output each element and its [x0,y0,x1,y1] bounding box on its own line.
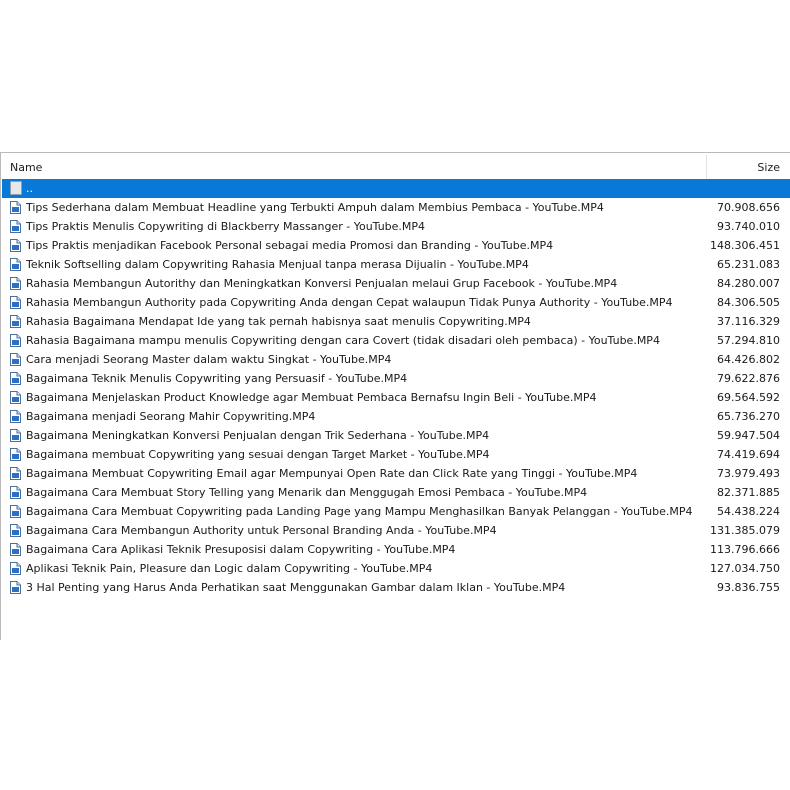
file-row[interactable]: Rahasia Membangun Autorithy dan Meningka… [2,274,790,293]
file-size: 84.280.007 [717,277,780,290]
document-icon [10,258,21,271]
file-row[interactable]: Aplikasi Teknik Pain, Pleasure dan Logic… [2,559,790,578]
document-icon [10,467,21,480]
column-header-size[interactable]: Size [757,161,780,174]
file-row[interactable]: Bagaimana Cara Membangun Authority untuk… [2,521,790,540]
file-size: 65.231.083 [717,258,780,271]
file-size: 74.419.694 [717,448,780,461]
document-icon [10,353,21,366]
document-icon [10,220,21,233]
file-row[interactable]: Bagaimana Meningkatkan Konversi Penjuala… [2,426,790,445]
file-list-panel: Name Size .. Tips Sederhana dalam Membua… [0,152,790,640]
file-name: Rahasia Bagaimana Mendapat Ide yang tak … [26,315,531,328]
document-icon [10,410,21,423]
file-row[interactable]: Rahasia Membangun Authority pada Copywri… [2,293,790,312]
file-name: Tips Praktis menjadikan Facebook Persona… [26,239,554,252]
file-row[interactable]: Bagaimana Cara Membuat Story Telling yan… [2,483,790,502]
file-size: 79.622.876 [717,372,780,385]
file-size: 65.736.270 [717,410,780,423]
document-icon [10,543,21,556]
file-name: Bagaimana membuat Copywriting yang sesua… [26,448,490,461]
document-icon [10,296,21,309]
file-size: 84.306.505 [717,296,780,309]
file-row[interactable]: Bagaimana Cara Membuat Copywriting pada … [2,502,790,521]
file-size: 93.740.010 [717,220,780,233]
file-size: 73.979.493 [717,467,780,480]
document-icon [10,524,21,537]
file-name: Bagaimana Menjelaskan Product Knowledge … [26,391,597,404]
document-icon [10,562,21,575]
file-name: Bagaimana Cara Membangun Authority untuk… [26,524,497,537]
folder-up-icon [10,181,22,195]
file-row[interactable]: Tips Praktis Menulis Copywriting di Blac… [2,217,790,236]
file-name: Bagaimana Meningkatkan Konversi Penjuala… [26,429,490,442]
file-size: 57.294.810 [717,334,780,347]
column-header-name[interactable]: Name [10,161,42,174]
file-size: 148.306.451 [710,239,780,252]
file-list: .. Tips Sederhana dalam Membuat Headline… [2,179,790,597]
file-name: 3 Hal Penting yang Harus Anda Perhatikan… [26,581,566,594]
file-row[interactable]: 3 Hal Penting yang Harus Anda Perhatikan… [2,578,790,597]
column-divider[interactable] [706,155,707,179]
file-size: 54.438.224 [717,505,780,518]
file-size: 93.836.755 [717,581,780,594]
file-name: Rahasia Membangun Authority pada Copywri… [26,296,673,309]
document-icon [10,429,21,442]
file-name: Tips Sederhana dalam Membuat Headline ya… [26,201,604,214]
file-size: 37.116.329 [717,315,780,328]
file-size: 69.564.592 [717,391,780,404]
file-row[interactable]: Cara menjadi Seorang Master dalam waktu … [2,350,790,369]
file-size: 113.796.666 [710,543,780,556]
document-icon [10,448,21,461]
file-row[interactable]: Bagaimana Menjelaskan Product Knowledge … [2,388,790,407]
file-size: 59.947.504 [717,429,780,442]
file-name: Bagaimana Cara Aplikasi Teknik Presuposi… [26,543,456,556]
column-header-row: Name Size [2,155,790,179]
file-name: Tips Praktis Menulis Copywriting di Blac… [26,220,426,233]
file-row[interactable]: Rahasia Bagaimana mampu menulis Copywrit… [2,331,790,350]
file-row[interactable]: Bagaimana Membuat Copywriting Email agar… [2,464,790,483]
file-row[interactable]: Tips Praktis menjadikan Facebook Persona… [2,236,790,255]
file-name: Cara menjadi Seorang Master dalam waktu … [26,353,392,366]
file-size: 64.426.802 [717,353,780,366]
file-name: Teknik Softselling dalam Copywriting Rah… [26,258,529,271]
document-icon [10,277,21,290]
document-icon [10,581,21,594]
file-name: Bagaimana menjadi Seorang Mahir Copywrit… [26,410,316,423]
file-name: Rahasia Membangun Autorithy dan Meningka… [26,277,618,290]
document-icon [10,372,21,385]
file-row[interactable]: Bagaimana menjadi Seorang Mahir Copywrit… [2,407,790,426]
file-name: Bagaimana Membuat Copywriting Email agar… [26,467,638,480]
file-size: 82.371.885 [717,486,780,499]
file-name: Rahasia Bagaimana mampu menulis Copywrit… [26,334,660,347]
document-icon [10,391,21,404]
document-icon [10,315,21,328]
parent-directory-label: .. [26,182,33,195]
file-name: Bagaimana Cara Membuat Copywriting pada … [26,505,693,518]
file-row[interactable]: Rahasia Bagaimana Mendapat Ide yang tak … [2,312,790,331]
file-row[interactable]: Bagaimana Cara Aplikasi Teknik Presuposi… [2,540,790,559]
file-name: Bagaimana Teknik Menulis Copywriting yan… [26,372,408,385]
file-name: Bagaimana Cara Membuat Story Telling yan… [26,486,588,499]
file-row[interactable]: Teknik Softselling dalam Copywriting Rah… [2,255,790,274]
file-size: 131.385.079 [710,524,780,537]
document-icon [10,201,21,214]
document-icon [10,505,21,518]
document-icon [10,334,21,347]
file-row[interactable]: Bagaimana membuat Copywriting yang sesua… [2,445,790,464]
file-size: 127.034.750 [710,562,780,575]
file-row[interactable]: Tips Sederhana dalam Membuat Headline ya… [2,198,790,217]
document-icon [10,239,21,252]
file-name: Aplikasi Teknik Pain, Pleasure dan Logic… [26,562,433,575]
file-row[interactable]: Bagaimana Teknik Menulis Copywriting yan… [2,369,790,388]
file-size: 70.908.656 [717,201,780,214]
document-icon [10,486,21,499]
parent-directory-row[interactable]: .. [2,179,790,198]
